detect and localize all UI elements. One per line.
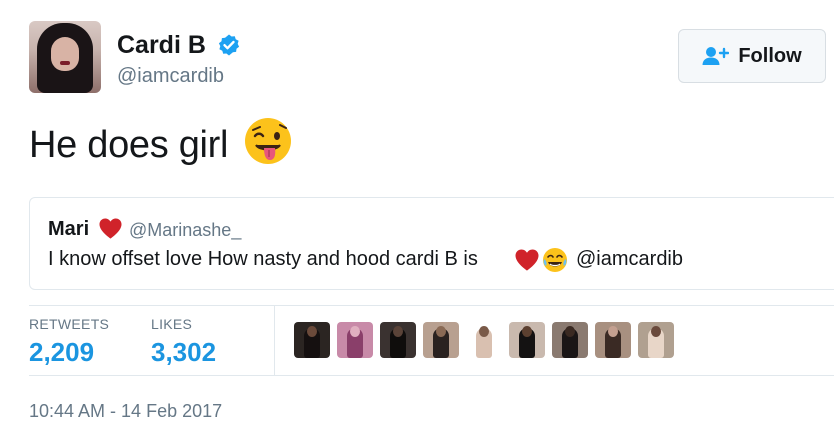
verified-badge-icon [218, 34, 240, 56]
quoted-tweet[interactable]: Mari @Marinashe_ I know offset love How … [29, 197, 834, 290]
follow-person-plus-icon [702, 47, 730, 65]
quoted-tweet-mention[interactable]: @iamcardib [576, 246, 683, 272]
stats-top-divider [29, 305, 834, 306]
tweet-timestamp[interactable]: 10:44 AM - 14 Feb 2017 [29, 400, 222, 422]
winking-face-with-tongue-icon [245, 118, 291, 164]
red-heart-icon [515, 249, 539, 271]
face-with-tears-of-joy-icon [543, 248, 567, 272]
liker-head [479, 326, 489, 337]
liker-avatar[interactable] [380, 322, 416, 358]
liker-avatar[interactable] [423, 322, 459, 358]
quoted-tweet-handle: @Marinashe_ [129, 220, 242, 240]
liker-head [608, 326, 618, 337]
retweets-label: RETWEETS [29, 316, 110, 332]
liker-avatar[interactable] [466, 322, 502, 358]
likers-avatars [294, 322, 674, 358]
retweets-count[interactable]: 2,209 [29, 337, 94, 367]
liker-avatar[interactable] [638, 322, 674, 358]
display-name[interactable]: Cardi B [117, 30, 206, 60]
quoted-tweet-name: Mari [48, 218, 90, 240]
follow-button[interactable]: Follow [678, 29, 826, 83]
liker-head [436, 326, 446, 337]
liker-head [350, 326, 360, 337]
liker-head [522, 326, 532, 337]
liker-avatar[interactable] [552, 322, 588, 358]
liker-head [651, 326, 661, 337]
liker-avatar[interactable] [595, 322, 631, 358]
follow-button-label: Follow [738, 44, 802, 67]
avatar-face [51, 37, 79, 71]
liker-head [393, 326, 403, 337]
tweet-text: He does girl [29, 124, 229, 166]
likes-label: LIKES [151, 316, 193, 332]
liker-head [307, 326, 317, 337]
likes-count[interactable]: 3,302 [151, 337, 216, 367]
user-handle[interactable]: @iamcardib [117, 64, 224, 88]
liker-avatar[interactable] [337, 322, 373, 358]
red-heart-icon [99, 218, 122, 239]
stats-bottom-divider [29, 375, 834, 376]
liker-avatar[interactable] [294, 322, 330, 358]
avatar[interactable] [29, 21, 101, 93]
avatar-lips [60, 61, 70, 65]
liker-avatar[interactable] [509, 322, 545, 358]
liker-head [565, 326, 575, 337]
quoted-tweet-text: I know offset love How nasty and hood ca… [48, 248, 478, 270]
stats-separator [274, 305, 275, 375]
